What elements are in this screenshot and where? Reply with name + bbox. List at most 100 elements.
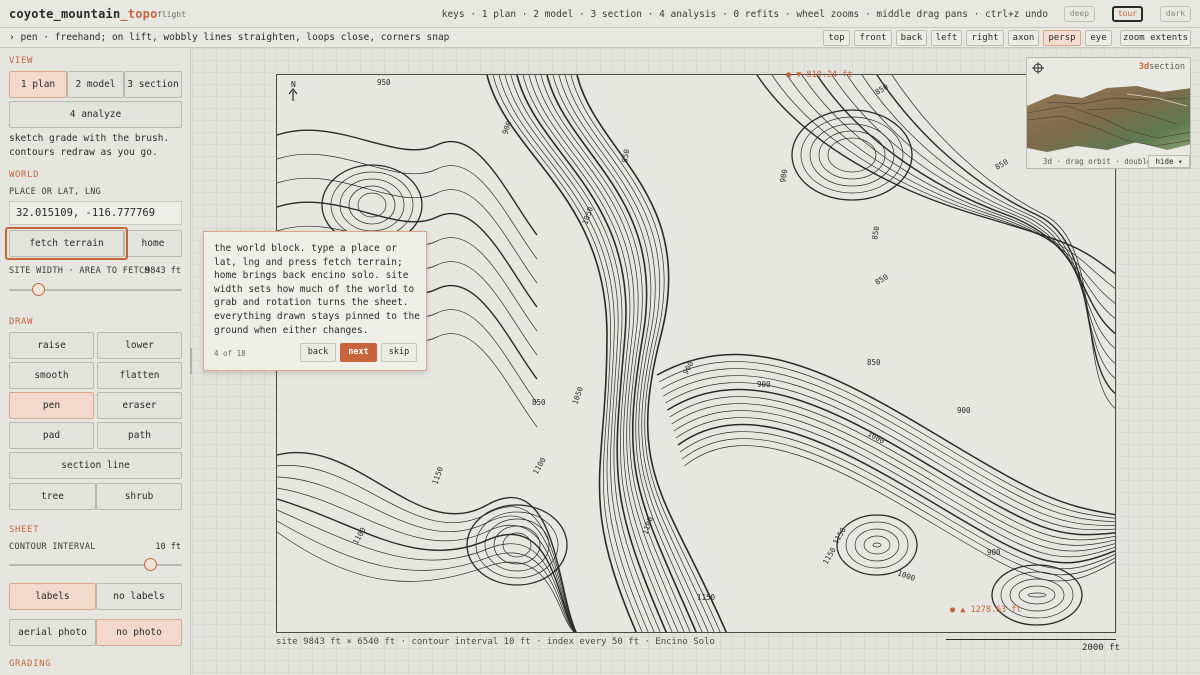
no-photo-toggle[interactable]: no photo — [96, 619, 182, 646]
analyze-button[interactable]: 4 analyze — [9, 101, 182, 128]
no-labels-toggle[interactable]: no labels — [96, 583, 182, 610]
labels-toggle[interactable]: labels — [9, 583, 96, 610]
view-back-button[interactable]: back — [896, 30, 927, 46]
contour-loop — [1018, 585, 1056, 605]
contour-interval-slider-handle[interactable] — [144, 558, 158, 571]
app-title: coyote_mountain_topo — [9, 7, 158, 21]
contour-label: 900 — [757, 380, 771, 389]
world-section-title: WORLD — [9, 170, 40, 180]
tree-button[interactable]: tree — [9, 483, 96, 510]
raise-tool-button[interactable]: raise — [9, 332, 94, 359]
view-front-button[interactable]: front — [854, 30, 892, 46]
contour-label: 1150 — [831, 525, 848, 546]
tour-mode-button[interactable]: tour — [1112, 6, 1143, 22]
crosshair-icon[interactable] — [1032, 62, 1044, 74]
site-width-slider-handle[interactable] — [31, 283, 45, 296]
shrub-button[interactable]: shrub — [96, 483, 182, 510]
site-width-value: 9843 ft — [145, 266, 181, 276]
contour-label: 900 — [987, 548, 1001, 557]
contour-loop — [872, 542, 882, 548]
contour-label: 900 — [778, 168, 789, 183]
contour-line — [277, 531, 575, 632]
tour-highlight — [5, 227, 128, 260]
contour-line — [277, 487, 577, 632]
contour-loop — [836, 514, 918, 576]
contour-line — [667, 388, 1115, 536]
contour-line — [570, 75, 721, 632]
contour-label: 900 — [957, 406, 971, 415]
view-left-button[interactable]: left — [931, 30, 962, 46]
dark-mode-button[interactable]: dark — [1160, 6, 1191, 22]
view-eye-button[interactable]: eye — [1085, 30, 1112, 46]
contour-label: 850 — [532, 398, 546, 407]
contour-interval-label: CONTOUR INTERVAL — [9, 542, 96, 552]
path-tool-button[interactable]: path — [97, 422, 182, 449]
pen-tool-button[interactable]: pen — [9, 392, 94, 419]
map-footer: site 9843 ft × 6540 ft · contour interva… — [276, 637, 715, 647]
contour-loop — [339, 178, 405, 232]
eraser-tool-button[interactable]: eraser — [97, 392, 182, 419]
place-input[interactable]: 32.015109, -116.777769 — [9, 201, 182, 225]
contour-line — [504, 75, 655, 632]
contour-line — [540, 75, 691, 632]
north-label: N — [291, 80, 296, 89]
sheet-section-title: SHEET — [9, 525, 40, 535]
smooth-tool-button[interactable]: smooth — [9, 362, 94, 389]
contour-line — [277, 520, 576, 632]
contour-interval-slider[interactable] — [9, 558, 182, 571]
site-width-slider[interactable] — [9, 283, 182, 296]
pad-tool-button[interactable]: pad — [9, 422, 94, 449]
contour-label: 850 — [874, 272, 891, 287]
tour-next-button[interactable]: next — [340, 343, 377, 362]
low-elevation-marker: ● ▼ 810.24 ft — [786, 70, 853, 80]
contour-line — [669, 396, 1115, 541]
home-button[interactable]: home — [124, 230, 182, 257]
contour-loop — [348, 185, 396, 225]
contour-loop — [484, 518, 550, 572]
contour-label: 1150 — [821, 545, 838, 566]
contour-label: 1150 — [697, 593, 716, 602]
section-line-button[interactable]: section line — [9, 452, 182, 479]
hide-inset-button[interactable]: hide ▾ — [1148, 155, 1190, 168]
draw-section-title: DRAW — [9, 317, 34, 327]
contour-interval-value: 10 ft — [155, 542, 181, 552]
aerial-photo-toggle[interactable]: aerial photo — [9, 619, 96, 646]
contour-label: 900 — [500, 119, 513, 135]
lower-tool-button[interactable]: lower — [97, 332, 182, 359]
plan-tab[interactable]: 1 plan — [9, 71, 67, 98]
tool-bar: › pen · freehand; on lift, wobbly lines … — [0, 28, 1200, 48]
contour-label: 900 — [681, 359, 696, 376]
inset-title: 3dsection — [1138, 62, 1185, 72]
contour-line — [510, 75, 661, 632]
deep-mode-button[interactable]: deep — [1064, 6, 1095, 22]
view-axon-button[interactable]: axon — [1008, 30, 1039, 46]
contour-line — [277, 129, 538, 236]
contour-loop — [991, 564, 1083, 626]
zoom-extents-button[interactable]: zoom extents — [1120, 30, 1191, 46]
contour-label: 1050 — [570, 385, 585, 406]
section-tab[interactable]: 3 section — [124, 71, 182, 98]
contour-loop — [1027, 592, 1047, 598]
flatten-tool-button[interactable]: flatten — [97, 362, 182, 389]
scale-bar — [946, 639, 1116, 640]
keys-hint: keys · 1 plan · 2 model · 3 section · 4 … — [441, 9, 1048, 20]
contour-label: 850 — [994, 157, 1011, 172]
tour-back-button[interactable]: back — [300, 343, 336, 362]
contour-label: 850 — [620, 148, 631, 163]
view-top-button[interactable]: top — [823, 30, 850, 46]
view-persp-button[interactable]: persp — [1043, 30, 1081, 46]
tour-step-count: 4 of 18 — [214, 349, 246, 358]
top-bar: coyote_mountain_topo flight keys · 1 pla… — [0, 0, 1200, 28]
3d-preview[interactable]: 3dsection 3d · drag orbit · double- hide… — [1026, 57, 1191, 169]
contour-loop — [330, 171, 414, 239]
inset-hint: 3d · drag orbit · double- — [1043, 157, 1156, 166]
tour-text: the world block. type a place or lat, ln… — [214, 243, 420, 336]
tour-skip-button[interactable]: skip — [381, 343, 417, 362]
model-tab[interactable]: 2 model — [67, 71, 124, 98]
grading-section-title: GRADING — [9, 659, 52, 669]
contour-line — [277, 509, 576, 632]
tour-popup: the world block. type a place or lat, ln… — [203, 231, 427, 371]
site-width-label: SITE WIDTH · AREA TO FETCH — [9, 266, 150, 276]
contour-label: 1100 — [531, 455, 548, 476]
view-right-button[interactable]: right — [966, 30, 1004, 46]
